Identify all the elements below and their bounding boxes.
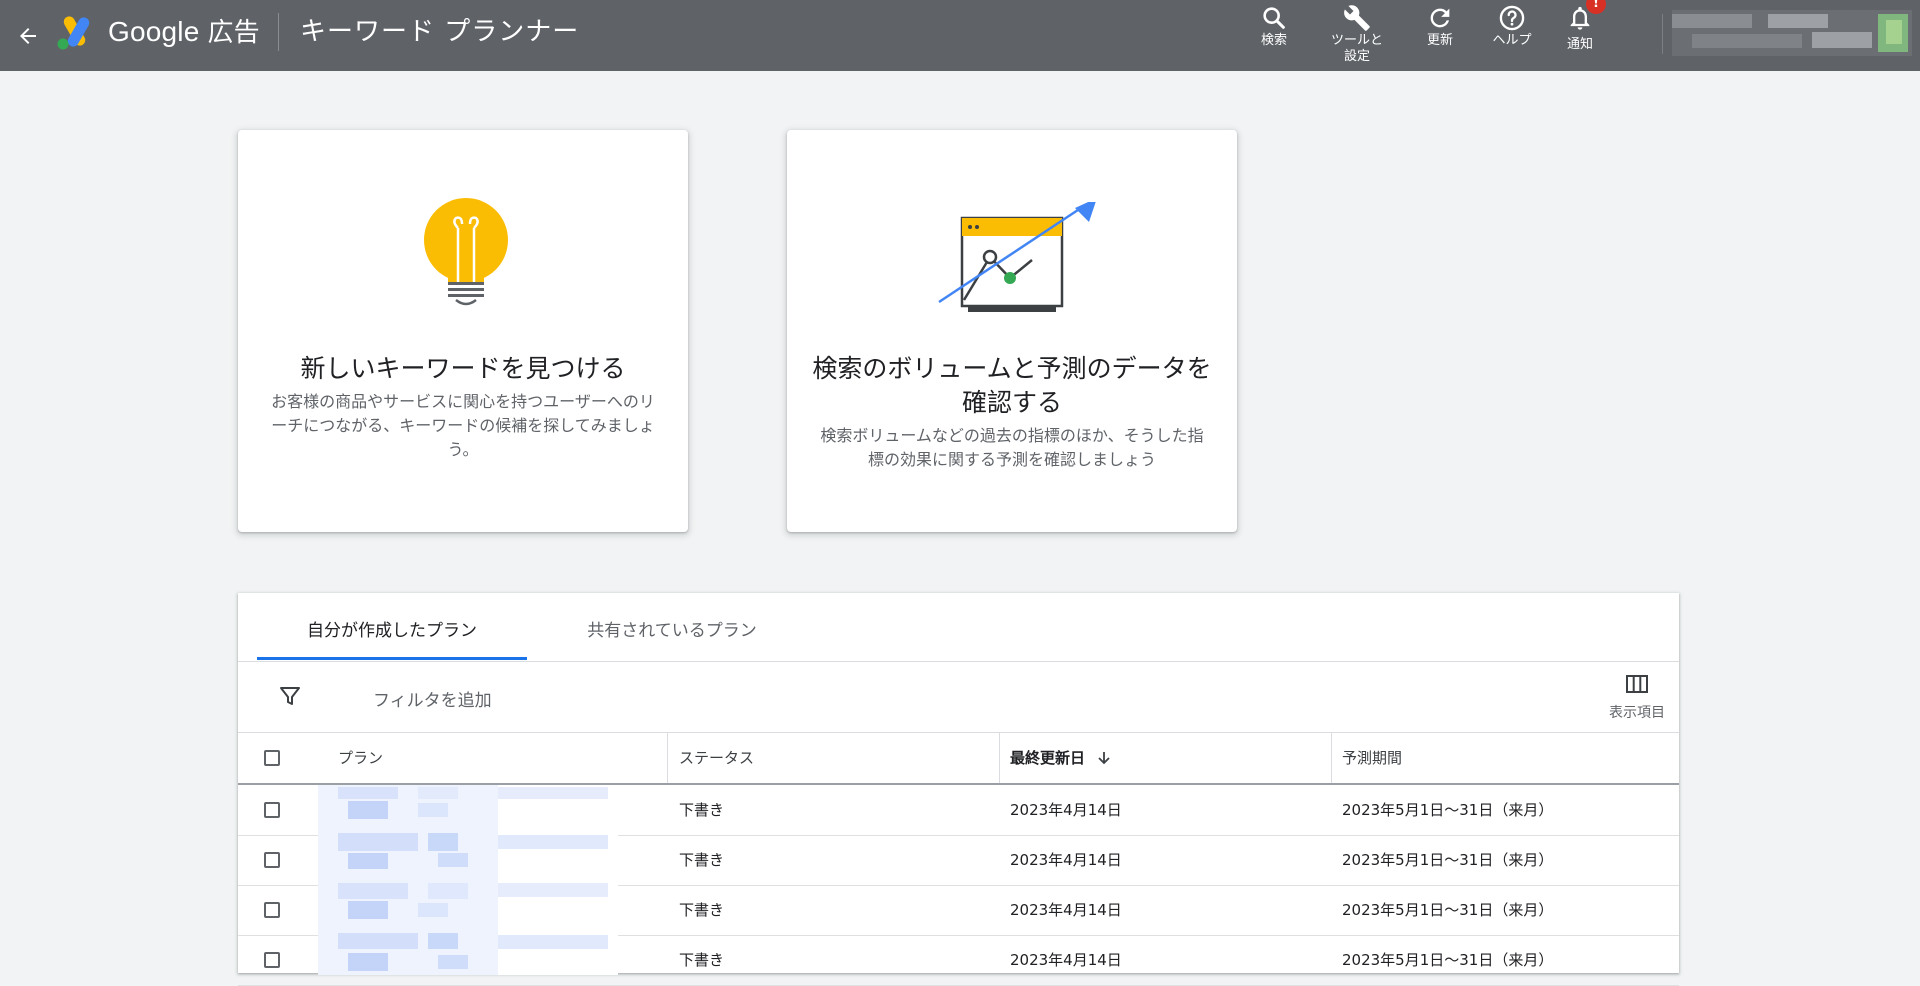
google-ads-logo[interactable] (55, 13, 97, 51)
top-bar: Google 広告 キーワード プランナー 検索 ツールと 設定 更新 ヘルプ … (0, 0, 1920, 71)
refresh-icon (1430, 8, 1450, 28)
row-period: 2023年5月1日〜31日（来月） (1342, 901, 1554, 919)
search-icon (1263, 7, 1285, 29)
tools-settings-label: ツールと 設定 (1330, 33, 1383, 64)
arrow-down-icon (1098, 752, 1110, 765)
notifications-button[interactable]: ! 通知 (1558, 0, 1606, 71)
brand-name: Google 広告 (108, 16, 260, 48)
wrench-icon (1344, 5, 1370, 31)
back-button[interactable] (8, 16, 48, 56)
filter-bar: フィルタを追加 表示項目 (238, 662, 1679, 733)
forecast-volume-card[interactable]: 検索のボリュームと予測のデータを確認する 検索ボリュームなどの過去の指標のほか、… (787, 130, 1237, 532)
header-plan[interactable]: プラン (338, 733, 383, 783)
help-label: ヘルプ (1492, 33, 1532, 48)
arrow-back-icon (20, 28, 36, 44)
row-updated: 2023年4月14日 (1010, 851, 1122, 869)
discover-keywords-card[interactable]: 新しいキーワードを見つける お客様の商品やサービスに関心を持つユーザーへのリーチ… (238, 130, 688, 532)
card-description: 検索ボリュームなどの過去の指標のほか、そうした指標の効果に関する予測を確認しまし… (820, 426, 1204, 469)
refresh-label: 更新 (1426, 33, 1453, 48)
notifications-label: 通知 (1566, 37, 1593, 52)
row-status: 下書き (679, 801, 725, 819)
active-tab-indicator (257, 657, 527, 660)
row-period: 2023年5月1日〜31日（来月） (1342, 851, 1554, 869)
row-checkbox[interactable] (264, 802, 280, 818)
header-last-updated[interactable]: 最終更新日 (1010, 733, 1112, 783)
header-forecast-period[interactable]: 予測期間 (1342, 733, 1402, 783)
card-description: お客様の商品やサービスに関心を持つユーザーへのリーチにつながる、キーワードの候補… (271, 392, 655, 459)
row-checkbox[interactable] (264, 902, 280, 918)
row-period: 2023年5月1日〜31日（来月） (1342, 951, 1554, 969)
plans-tabs: 自分が作成したプラン 共有されているプラン (238, 593, 1679, 662)
help-icon (1499, 5, 1525, 31)
column-divider (1331, 733, 1332, 783)
chart-trend-icon (938, 202, 1096, 312)
row-period: 2023年5月1日〜31日（来月） (1342, 801, 1554, 819)
notification-badge: ! (1586, 0, 1606, 14)
tab-my-plans[interactable]: 自分が作成したプラン (257, 593, 527, 661)
help-button[interactable]: ヘルプ (1486, 0, 1538, 71)
refresh-button[interactable]: 更新 (1418, 0, 1462, 71)
row-status: 下書き (679, 851, 725, 869)
plans-panel: 自分が作成したプラン 共有されているプラン フィルタを追加 表示項目 プラン ス… (238, 593, 1679, 986)
account-switcher-redacted[interactable] (1672, 10, 1912, 56)
columns-label: 表示項目 (1609, 705, 1665, 721)
plan-names-redacted[interactable] (318, 785, 618, 975)
row-status: 下書き (679, 951, 725, 969)
card-title: 検索のボリュームと予測のデータを確認する (812, 354, 1212, 417)
add-filter-input[interactable]: フィルタを追加 (373, 686, 492, 711)
row-checkbox[interactable] (264, 952, 280, 968)
account-divider (1662, 14, 1663, 54)
lightbulb-icon (424, 198, 508, 306)
columns-icon (1626, 675, 1648, 693)
tools-settings-button[interactable]: ツールと 設定 (1322, 0, 1392, 71)
row-checkbox[interactable] (264, 852, 280, 868)
header-status[interactable]: ステータス (679, 733, 754, 783)
row-updated: 2023年4月14日 (1010, 951, 1122, 969)
page-title: キーワード プランナー (300, 17, 580, 47)
search-button[interactable]: 検索 (1252, 0, 1296, 71)
column-divider (667, 733, 668, 783)
search-label: 検索 (1260, 33, 1287, 48)
card-title: 新しいキーワードを見つける (300, 354, 626, 383)
row-updated: 2023年4月14日 (1010, 901, 1122, 919)
tab-shared-plans[interactable]: 共有されているプラン (537, 593, 807, 661)
header-divider (278, 13, 279, 51)
row-status: 下書き (679, 901, 725, 919)
columns-button[interactable]: 表示項目 (1609, 674, 1665, 722)
column-divider (999, 733, 1000, 783)
filter-icon[interactable] (278, 684, 302, 708)
table-header: プラン ステータス 最終更新日 予測期間 (238, 733, 1679, 785)
row-updated: 2023年4月14日 (1010, 801, 1122, 819)
select-all-checkbox[interactable] (264, 750, 280, 766)
